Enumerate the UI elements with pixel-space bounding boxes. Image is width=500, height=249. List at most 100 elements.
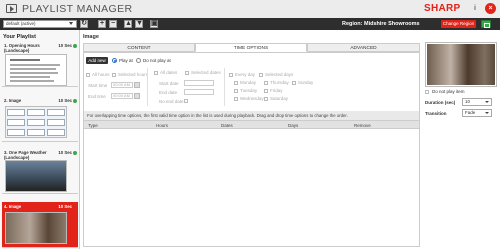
move-up-button[interactable]: ▲ xyxy=(124,20,132,28)
tuesday-label: Tuesday xyxy=(240,88,258,93)
monday-label: Monday xyxy=(240,80,257,85)
wednesday-label: Wednesday xyxy=(240,96,264,101)
every-day-checkbox[interactable] xyxy=(229,73,233,77)
playlist-item[interactable]: 3. One Page Weather (Landscape) 10 Sec xyxy=(2,148,78,194)
tab-advanced[interactable]: ADVANCED xyxy=(307,43,420,52)
saturday-checkbox[interactable] xyxy=(264,97,268,101)
remove-item-button[interactable]: − xyxy=(109,20,117,28)
selected-hours-label: Selected hours xyxy=(118,72,149,77)
monday-checkbox[interactable] xyxy=(234,81,238,85)
playlist-item-thumbnail xyxy=(5,212,67,244)
selected-days-label: Selected days xyxy=(265,72,294,77)
start-time-label: Start time xyxy=(88,83,108,88)
playlist-logo-icon xyxy=(6,4,17,13)
overlap-notice: For overlapping time options, the first … xyxy=(84,111,419,120)
tab-content[interactable]: CONTENT xyxy=(83,43,195,52)
sunday-checkbox[interactable] xyxy=(292,81,296,85)
start-date-input[interactable] xyxy=(184,80,214,86)
playlist-item[interactable]: 2. Image 10 Sec xyxy=(2,96,78,142)
end-time-picker-button[interactable] xyxy=(134,93,140,99)
start-time-picker-button[interactable] xyxy=(134,82,140,88)
selected-days-checkbox[interactable] xyxy=(259,73,263,77)
saturday-label: Saturday xyxy=(270,96,289,101)
wednesday-checkbox[interactable] xyxy=(234,97,238,101)
do-not-play-item-checkbox[interactable] xyxy=(425,90,429,94)
preview-button[interactable]: ▣ xyxy=(150,20,158,28)
every-day-label: Every day xyxy=(235,72,256,77)
selected-dates-checkbox[interactable] xyxy=(185,71,189,75)
transition-label: Transition xyxy=(425,111,447,116)
all-dates-checkbox[interactable] xyxy=(154,71,158,75)
chevron-down-icon xyxy=(69,22,73,25)
duration-select[interactable]: 10 xyxy=(462,98,492,106)
group-divider xyxy=(224,68,225,106)
time-options-table-header: Type Hours Dates Days Remove xyxy=(84,120,419,129)
start-date-label: Start date xyxy=(159,81,179,86)
refresh-button[interactable]: ↻ xyxy=(80,20,88,28)
move-down-button[interactable]: ▼ xyxy=(135,20,143,28)
chevron-down-icon xyxy=(485,101,489,103)
all-dates-label: All dates xyxy=(160,70,178,75)
no-end-date-label: No end date xyxy=(159,99,184,104)
tab-time-options[interactable]: TIME OPTIONS xyxy=(195,43,307,52)
no-end-date-checkbox[interactable] xyxy=(184,99,188,103)
column-header-dates: Dates xyxy=(221,123,233,128)
sunday-label: Sunday xyxy=(298,80,314,85)
add-item-button[interactable]: + xyxy=(98,20,106,28)
add-new-button[interactable]: Add new xyxy=(86,57,108,64)
thursday-checkbox[interactable] xyxy=(264,81,268,85)
app-title: PLAYLIST MANAGER xyxy=(22,3,133,15)
friday-label: Friday xyxy=(270,88,283,93)
exit-button[interactable] xyxy=(481,20,491,28)
column-header-days: Days xyxy=(288,123,299,128)
region-label: Region: Midshire Showrooms xyxy=(342,21,420,27)
brand-logo: SHARP xyxy=(424,3,461,14)
playlist-item-duration: 10 Sec xyxy=(58,150,72,155)
thursday-label: Thursday xyxy=(270,80,289,85)
chevron-down-icon xyxy=(485,112,489,114)
end-time-input[interactable]: 00:00 AM xyxy=(111,93,133,99)
item-heading: Image xyxy=(83,34,99,40)
playlist-item-name: 4. Image xyxy=(4,204,22,209)
end-time-label: End time xyxy=(88,94,106,99)
do-not-play-item-label: Do not play item xyxy=(432,89,465,94)
selected-dates-label: Selected dates xyxy=(191,70,221,75)
info-icon[interactable]: i xyxy=(470,4,480,14)
all-hours-checkbox[interactable] xyxy=(86,73,90,77)
friday-checkbox[interactable] xyxy=(264,89,268,93)
preview-image xyxy=(427,44,495,85)
playlist-item-duration: 10 Sec xyxy=(58,98,72,103)
playlist-item-thumbnail xyxy=(5,54,67,86)
end-date-label: End date xyxy=(159,90,178,95)
column-header-hours: Hours xyxy=(156,123,169,128)
playlist-item-name: 2. Image xyxy=(4,98,22,103)
selected-hours-checkbox[interactable] xyxy=(112,73,116,77)
do-not-play-at-label: Do not play at xyxy=(143,58,171,63)
playlist-title: Your Playlist xyxy=(3,34,36,40)
end-date-input[interactable] xyxy=(184,89,214,95)
do-not-play-at-radio[interactable] xyxy=(136,58,141,63)
column-header-remove: Remove xyxy=(354,123,371,128)
playlist-select[interactable]: default (active) xyxy=(3,20,77,28)
duration-label: Duration (sec) xyxy=(425,100,456,105)
close-button[interactable]: × xyxy=(485,3,496,14)
tuesday-checkbox[interactable] xyxy=(234,89,238,93)
playlist-item-duration: 10 Sec xyxy=(58,204,72,209)
playlist-item-thumbnail xyxy=(5,106,67,138)
playlist-item-selected[interactable]: 4. Image 10 Sec xyxy=(2,202,78,248)
group-divider xyxy=(147,68,148,106)
play-at-radio[interactable] xyxy=(112,58,117,63)
playlist-item[interactable]: 1. Opening Hours (Landscape) 10 Sec xyxy=(2,41,78,87)
playlist-item-thumbnail xyxy=(5,160,67,192)
start-time-input[interactable]: 00:00 AM xyxy=(111,82,133,88)
active-status-dot xyxy=(73,44,77,48)
transition-select[interactable]: Fade xyxy=(462,109,492,117)
change-region-button[interactable]: Change Region xyxy=(441,20,476,28)
transition-value: Fade xyxy=(465,110,476,115)
play-at-label: Play at xyxy=(119,58,133,63)
playlist-item-name: 1. Opening Hours (Landscape) xyxy=(4,43,40,53)
active-status-dot xyxy=(73,99,77,103)
duration-value: 10 xyxy=(465,99,471,104)
column-header-type: Type xyxy=(88,123,98,128)
playlist-item-duration: 10 Sec xyxy=(58,43,72,48)
